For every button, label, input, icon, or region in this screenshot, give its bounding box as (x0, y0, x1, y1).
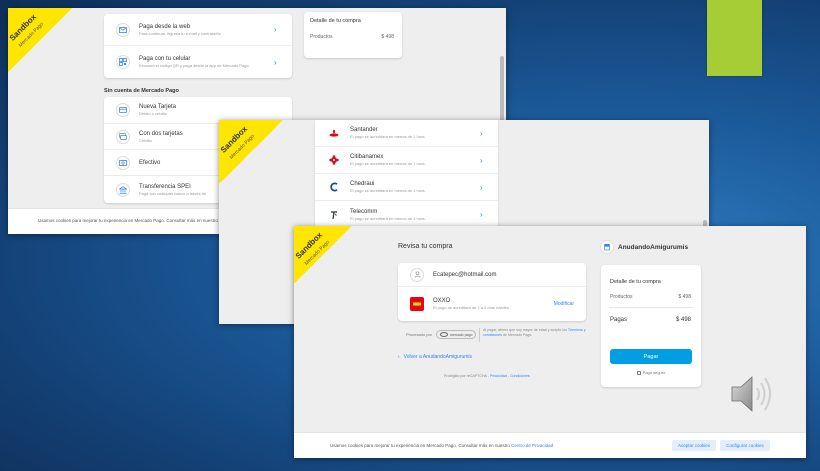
santander-icon (327, 126, 341, 140)
privacy-link[interactable]: Privacidad (490, 374, 507, 378)
back-chevron-icon: ‹ (398, 354, 400, 360)
payment-note: El pago se acreditará de 1 a 2 días hábi… (433, 305, 510, 310)
qr-icon (116, 55, 130, 69)
chedraui-option[interactable]: Chedraui El pago se acreditará en menos d… (315, 174, 498, 201)
chevron-right-icon: › (480, 155, 483, 165)
option-subtitle: El pago se acreditará en menos de 1 hora… (350, 134, 426, 139)
cookie-banner: Usamos cookies para mejorar tu experienc… (294, 432, 806, 458)
accept-cookies-button[interactable]: Aceptar cookies (672, 440, 716, 451)
legal-text: Al pagar, afirmo que soy mayor de edad y… (483, 328, 586, 337)
cookie-text: Usamos cookies para mejorar tu experienc… (38, 218, 218, 223)
mercado-pago-logo: mercado pago (436, 330, 477, 339)
divider (609, 307, 693, 308)
divider (479, 328, 480, 342)
telecomm-icon (327, 208, 341, 222)
chevron-right-icon: › (480, 182, 483, 192)
payment-method-row: OXXO El pago se acreditará de 1 a 2 días … (398, 287, 586, 321)
store-icon (600, 240, 614, 254)
recaptcha-note: Protegido por reCAPTCHA - Privacidad - C… (444, 374, 530, 378)
chevron-right-icon: › (274, 57, 277, 67)
page-title: Revisa tu compra (398, 243, 453, 250)
review-purchase-window: Sandbox Mercado Pago Revisa tu compra An… (294, 226, 806, 458)
citibanamex-icon (327, 153, 341, 167)
bank-options-card: Santander El pago se acreditará en menos … (315, 120, 498, 228)
sandbox-badge: Sandbox Mercado Pago (294, 226, 352, 284)
seller-header: AnudandoAmigurumis (600, 240, 688, 254)
option-title: Citibanamex (350, 154, 384, 160)
pay-web-option[interactable]: Paga desde la web Para continuar, ingresa… (104, 14, 292, 46)
seller-name: AnudandoAmigurumis (618, 243, 689, 251)
modify-link[interactable]: Modificar (554, 301, 574, 307)
handshake-icon (440, 332, 449, 337)
option-title: Nueva Tarjeta (139, 104, 176, 110)
total-label: Pagas (610, 317, 628, 323)
summary-products-label: Productos (310, 34, 333, 40)
option-title: Telecomm (350, 208, 378, 215)
review-card: Ecatepec@hotmail.com OXXO El pago se acre… (398, 263, 586, 321)
privacy-center-link[interactable]: Centro de Privacidad (511, 443, 553, 448)
option-subtitle: Para continuar, ingresa tu e-mail y cont… (139, 30, 221, 36)
chevron-right-icon: › (480, 210, 483, 219)
bank-icon (116, 182, 130, 197)
summary-products-amount: $ 498 (678, 294, 691, 300)
order-summary-card: Detalle de tu compra Productos $ 498 (304, 12, 402, 58)
summary-title: Detalle de tu compra (310, 18, 361, 24)
mail-icon (116, 22, 130, 37)
chedraui-icon (327, 180, 341, 194)
section-title: Sin cuenta de Mercado Pago (104, 88, 179, 94)
two-cards-icon (116, 129, 130, 144)
pay-button[interactable]: Pagar (610, 349, 692, 364)
configure-cookies-button[interactable]: Configurar cookies (720, 440, 770, 451)
payment-summary-card: Detalle de tu compra Productos $ 498 Pag… (601, 265, 701, 387)
email-row: Ecatepec@hotmail.com (398, 263, 586, 287)
telecomm-option[interactable]: Telecomm El pago se acreditará en menos d… (315, 201, 498, 228)
option-subtitle: El pago se acreditará en menos de 1 hora… (350, 215, 426, 221)
santander-option[interactable]: Santander El pago se acreditará en menos … (315, 120, 498, 147)
option-title: Santander (350, 127, 378, 133)
option-subtitle: El pago se acreditará en menos de 1 hora… (350, 188, 426, 193)
back-link[interactable]: ‹ Volver a AnudandoAmigurumis (398, 354, 472, 360)
option-title: Paga con tu celular (139, 56, 191, 62)
cash-icon (116, 155, 130, 170)
speaker-icon[interactable] (728, 372, 776, 416)
summary-products-label: Productos (610, 294, 633, 300)
oxxo-icon (410, 297, 424, 311)
account-options-card: Paga desde la web Para continuar, ingresa… (104, 14, 292, 78)
processed-label: Procesado por (406, 332, 433, 337)
chevron-right-icon: › (274, 25, 277, 34)
slide-decoration (707, 0, 762, 76)
citibanamex-option[interactable]: Citibanamex El pago se acreditará en meno… (315, 147, 498, 174)
option-title: Paga desde la web (139, 23, 191, 30)
email-value: Ecatepec@hotmail.com (433, 271, 497, 278)
conditions-link[interactable]: Condiciones (510, 374, 530, 378)
sandbox-badge: Sandbox Mercado Pago (219, 120, 283, 184)
chevron-right-icon: › (480, 128, 483, 138)
summary-products-amount: $ 498 (381, 34, 394, 40)
option-subtitle: Escanea el código QR y paga desde la app… (139, 63, 250, 68)
option-title: Chedraui (350, 181, 375, 187)
cookie-text: Usamos cookies para mejorar tu experienc… (330, 443, 554, 448)
total-amount: $ 498 (675, 317, 691, 323)
option-subtitle: Débito o crédito (139, 111, 168, 116)
secure-payment: Pago seguro (601, 370, 701, 375)
card-icon (116, 103, 130, 117)
summary-title: Detalle de tu compra (610, 279, 661, 285)
processed-by: Procesado por mercado pago (406, 330, 477, 339)
pay-phone-option[interactable]: Paga con tu celular Escanea el código QR … (104, 46, 292, 78)
user-icon (410, 267, 424, 282)
payment-method: OXXO (433, 298, 451, 304)
sandbox-badge: Sandbox Mercado Pago (8, 8, 72, 72)
lock-icon (636, 370, 641, 375)
option-subtitle: El pago se acreditará en menos de 1 hora… (350, 161, 426, 166)
